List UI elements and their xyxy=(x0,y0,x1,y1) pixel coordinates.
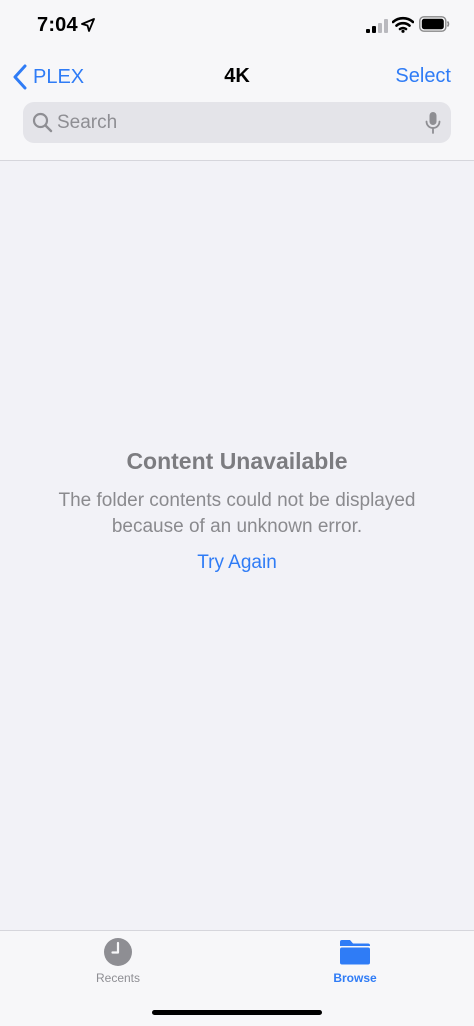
microphone-icon[interactable] xyxy=(425,111,441,135)
search-icon xyxy=(32,112,53,133)
header: 7:04 PLEX 4K Select xyxy=(0,0,474,161)
select-button[interactable]: Select xyxy=(395,65,451,88)
tab-browse[interactable]: Browse xyxy=(295,937,415,985)
clock-icon xyxy=(104,938,132,966)
status-time: 7:04 xyxy=(37,14,78,36)
empty-state-title: Content Unavailable xyxy=(126,448,348,474)
empty-state: Content Unavailable The folder contents … xyxy=(0,446,474,576)
wifi-icon xyxy=(392,16,414,33)
search-bar[interactable] xyxy=(23,102,451,143)
cellular-signal-icon xyxy=(366,19,388,33)
tab-recents-label: Recents xyxy=(95,971,141,985)
battery-icon xyxy=(419,16,450,32)
status-bar: 7:04 xyxy=(0,0,474,50)
empty-state-message: The folder contents could not be display… xyxy=(58,490,416,537)
try-again-button[interactable]: Try Again xyxy=(197,550,277,576)
search-input[interactable] xyxy=(57,102,417,143)
navigation-bar: PLEX 4K Select xyxy=(0,56,474,96)
home-indicator xyxy=(152,1010,322,1015)
folder-icon xyxy=(340,940,370,965)
tab-browse-label: Browse xyxy=(333,971,377,985)
location-arrow-icon xyxy=(81,18,95,32)
tab-recents[interactable]: Recents xyxy=(58,937,178,985)
